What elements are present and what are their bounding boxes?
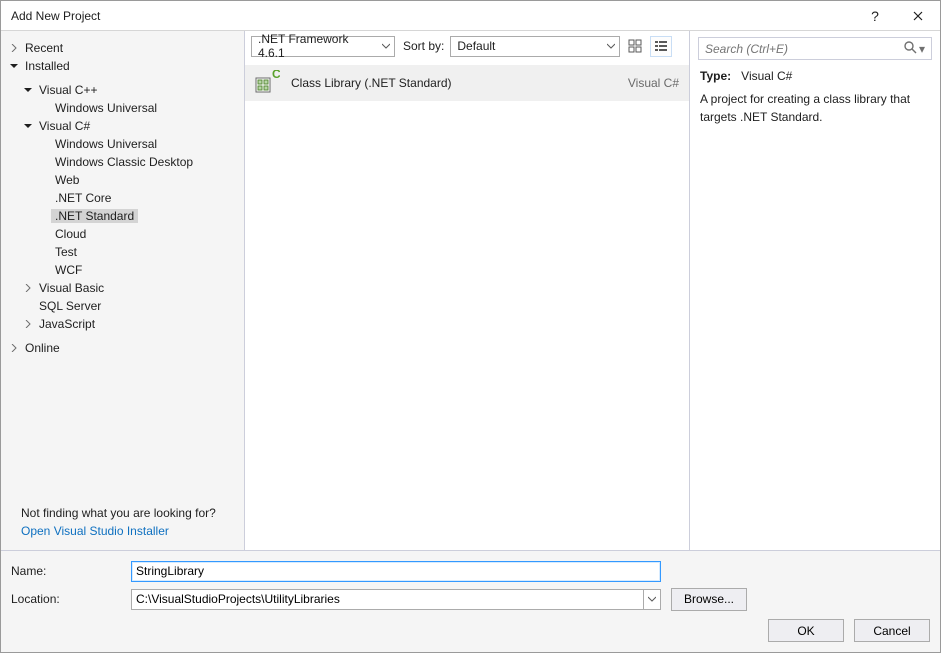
tree-cs-netcore[interactable]: .NET Core bbox=[1, 189, 244, 207]
ok-button[interactable]: OK bbox=[768, 619, 844, 642]
dialog-title: Add New Project bbox=[11, 9, 100, 23]
chevron-down-icon bbox=[648, 595, 656, 603]
name-label: Name: bbox=[11, 564, 131, 578]
main-area: Recent Installed Visual C++ Windows Univ… bbox=[1, 31, 940, 550]
location-dropdown-button[interactable] bbox=[643, 589, 661, 610]
browse-button[interactable]: Browse... bbox=[671, 588, 747, 611]
tree-cs-classic-desktop[interactable]: Windows Classic Desktop bbox=[1, 153, 244, 171]
tree-online[interactable]: Online bbox=[1, 339, 244, 357]
tree-label: Web bbox=[51, 173, 83, 187]
view-list-button[interactable] bbox=[650, 36, 672, 57]
tree-label: Visual Basic bbox=[35, 281, 108, 295]
close-button[interactable] bbox=[895, 1, 940, 30]
dropdown-icon: ▾ bbox=[919, 42, 925, 56]
tree-label: Visual C++ bbox=[35, 83, 101, 97]
tree-label: Installed bbox=[21, 59, 74, 73]
tree-cpp-windows-universal[interactable]: Windows Universal bbox=[1, 99, 244, 117]
tree-recent[interactable]: Recent bbox=[1, 39, 244, 57]
chevron-down-icon bbox=[21, 86, 35, 94]
class-library-icon: C# bbox=[253, 69, 281, 97]
sort-label: Sort by: bbox=[403, 39, 444, 53]
framework-value: .NET Framework 4.6.1 bbox=[258, 32, 376, 60]
tree-cs-test[interactable]: Test bbox=[1, 243, 244, 261]
location-input[interactable] bbox=[131, 589, 643, 610]
tree-visual-cpp[interactable]: Visual C++ bbox=[1, 81, 244, 99]
type-label: Type: bbox=[700, 69, 731, 83]
tree-label: JavaScript bbox=[35, 317, 99, 331]
open-installer-link[interactable]: Open Visual Studio Installer bbox=[21, 524, 238, 538]
tree-label: Test bbox=[51, 245, 81, 259]
tree-sql-server[interactable]: SQL Server bbox=[1, 297, 244, 315]
description-panel: Type: Visual C# A project for creating a… bbox=[690, 68, 940, 126]
sidebar-hint: Not finding what you are looking for? bbox=[21, 506, 238, 520]
template-name: Class Library (.NET Standard) bbox=[291, 76, 618, 90]
tree-label: .NET Core bbox=[51, 191, 115, 205]
tree-installed[interactable]: Installed bbox=[1, 57, 244, 75]
sort-combo[interactable]: Default bbox=[450, 36, 620, 57]
template-list: C# Class Library (.NET Standard) Visual … bbox=[245, 61, 689, 550]
tree-cs-netstandard[interactable]: .NET Standard bbox=[1, 207, 244, 225]
search-box[interactable]: ▾ bbox=[698, 37, 932, 60]
tree-label: Windows Classic Desktop bbox=[51, 155, 197, 169]
sidebar-footer: Not finding what you are looking for? Op… bbox=[1, 496, 244, 550]
tree-label: Windows Universal bbox=[51, 101, 161, 115]
tree-label: Cloud bbox=[51, 227, 90, 241]
tree-label: WCF bbox=[51, 263, 86, 277]
chevron-down-icon bbox=[21, 122, 35, 130]
tree-visual-basic[interactable]: Visual Basic bbox=[1, 279, 244, 297]
tree-label: Windows Universal bbox=[51, 137, 161, 151]
window-controls: ? bbox=[855, 1, 940, 30]
tree-cs-web[interactable]: Web bbox=[1, 171, 244, 189]
grid-icon bbox=[628, 39, 642, 53]
tree-cs-wcf[interactable]: WCF bbox=[1, 261, 244, 279]
tree-label: Visual C# bbox=[35, 119, 94, 133]
chevron-down-icon bbox=[376, 39, 390, 53]
tree-label: .NET Standard bbox=[51, 209, 138, 223]
svg-text:C#: C# bbox=[272, 70, 280, 81]
name-input[interactable] bbox=[131, 561, 661, 582]
center-panel: .NET Framework 4.6.1 Sort by: Default bbox=[245, 31, 690, 550]
chevron-right-icon bbox=[21, 284, 35, 292]
tree-cs-cloud[interactable]: Cloud bbox=[1, 225, 244, 243]
category-tree: Recent Installed Visual C++ Windows Univ… bbox=[1, 39, 244, 496]
help-button[interactable]: ? bbox=[855, 1, 895, 30]
framework-combo[interactable]: .NET Framework 4.6.1 bbox=[251, 36, 395, 57]
bottom-panel: Name: Location: Browse... OK Cancel bbox=[1, 550, 940, 652]
search-icon bbox=[903, 40, 917, 57]
template-lang: Visual C# bbox=[628, 76, 679, 90]
chevron-down-icon bbox=[7, 62, 21, 70]
tree-label: Online bbox=[21, 341, 64, 355]
type-value: Visual C# bbox=[741, 69, 792, 83]
search-input[interactable] bbox=[705, 42, 903, 56]
description-text: A project for creating a class library t… bbox=[700, 91, 930, 126]
view-grid-button[interactable] bbox=[624, 36, 646, 57]
sort-value: Default bbox=[457, 39, 495, 53]
chevron-down-icon bbox=[601, 39, 615, 53]
chevron-right-icon bbox=[21, 320, 35, 328]
tree-label: Recent bbox=[21, 41, 67, 55]
chevron-right-icon bbox=[7, 44, 21, 52]
tree-visual-csharp[interactable]: Visual C# bbox=[1, 117, 244, 135]
template-row[interactable]: C# Class Library (.NET Standard) Visual … bbox=[245, 65, 689, 101]
close-icon bbox=[913, 11, 923, 21]
chevron-right-icon bbox=[7, 344, 21, 352]
cancel-button[interactable]: Cancel bbox=[854, 619, 930, 642]
toolbar: .NET Framework 4.6.1 Sort by: Default bbox=[245, 31, 689, 61]
right-panel: ▾ Type: Visual C# A project for creating… bbox=[690, 31, 940, 550]
titlebar: Add New Project ? bbox=[1, 1, 940, 31]
list-icon bbox=[654, 39, 668, 53]
tree-javascript[interactable]: JavaScript bbox=[1, 315, 244, 333]
tree-cs-windows-universal[interactable]: Windows Universal bbox=[1, 135, 244, 153]
category-sidebar: Recent Installed Visual C++ Windows Univ… bbox=[1, 31, 245, 550]
location-label: Location: bbox=[11, 592, 131, 606]
location-combo[interactable] bbox=[131, 589, 661, 610]
tree-label: SQL Server bbox=[35, 299, 105, 313]
dialog-window: Add New Project ? Recent Installed bbox=[0, 0, 941, 653]
